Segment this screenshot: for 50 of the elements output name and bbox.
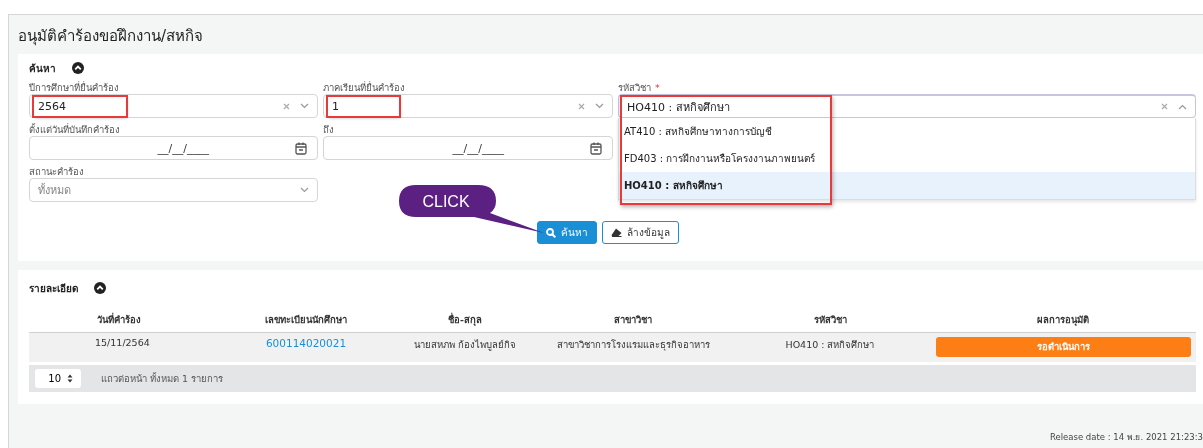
search-button[interactable]: ค้นหา [537, 221, 597, 244]
clear-button[interactable]: ล้างข้อมูล [602, 221, 679, 244]
table-cell: สาขาวิชาการโรงแรมและธุรกิจอาหาร [535, 332, 731, 362]
highlight-frame: 1 [328, 96, 399, 116]
search-icon [546, 227, 556, 238]
page-title: อนุมัติคำร้องขอฝึกงาน/สหกิจ [17, 26, 205, 48]
table-cell: HO410 : สหกิจศึกษา [731, 332, 929, 362]
release-date: Release date : 14 พ.ย. 2021 21:23:3 [1049, 431, 1203, 444]
column-header: ชื่อ-สกุล [395, 306, 535, 333]
column-header: ผลการอนุมัติ [929, 306, 1196, 333]
column-header: เลขทะเบียนนักศึกษา [217, 306, 395, 333]
field-label: ตั้งแต่วันที่บันทึกคำร้อง [29, 123, 121, 136]
date-field[interactable]: __/__/____ [323, 136, 613, 160]
eraser-icon [611, 228, 622, 237]
callout: CLICK [398, 184, 544, 234]
field-label: ปีการศึกษาที่ยื่นคำร้อง [29, 81, 120, 94]
calendar-icon [295, 141, 307, 155]
field-label: ถึง [323, 123, 335, 136]
field-label: รหัสวิชา [618, 81, 651, 94]
required-mark: * [655, 81, 660, 94]
clear-icon [283, 102, 290, 110]
sort-caret-icon [67, 374, 73, 383]
table-cell: นายสหภพ ก้องไพบูลย์กิจ [395, 332, 535, 362]
column-header: วันที่คำร้อง [29, 306, 217, 333]
clear-icon [1161, 103, 1168, 110]
select-field[interactable]: ทั้งหมด [29, 178, 318, 202]
section-title: รายละเอียด [29, 281, 78, 296]
status-badge: รอดำเนินการ [936, 337, 1191, 357]
chevron-icon [595, 103, 604, 109]
calendar-icon [590, 141, 602, 155]
field-label: สถานะคำร้อง [29, 165, 85, 178]
dropdown-option[interactable]: FD403 : การฝึกงานหรือโครงงานภาพยนตร์ [619, 145, 1195, 172]
date-field[interactable]: __/__/____ [29, 136, 318, 160]
table-cell: 15/11/2564 [29, 332, 217, 362]
select-field[interactable]: 2564 [29, 94, 318, 118]
clear-icon [578, 102, 585, 110]
column-header: สาขาวิชา [535, 306, 731, 333]
chevron-icon [300, 187, 309, 193]
column-header: รหัสวิชา [731, 306, 929, 333]
dropdown-option[interactable]: HO410 : สหกิจศึกษา [619, 172, 1195, 199]
field-label: ภาคเรียนที่ยื่นคำร้อง [323, 81, 406, 94]
highlight-frame: 2564 [34, 96, 126, 116]
chevron-icon [1178, 103, 1187, 110]
select-field[interactable]: 1 [323, 94, 613, 118]
dropdown-option[interactable]: AT410 : สหกิจศึกษาทางการบัญชี [619, 118, 1195, 145]
combo-box[interactable]: HO410 : สหกิจศึกษา [618, 94, 1196, 118]
pagination-summary: แถวต่อหน้า ทั้งหมด 1 รายการ [101, 371, 224, 386]
page-size-select[interactable]: 10 [35, 369, 81, 388]
section-title: ค้นหา [29, 61, 56, 76]
chevron-icon [300, 103, 309, 109]
